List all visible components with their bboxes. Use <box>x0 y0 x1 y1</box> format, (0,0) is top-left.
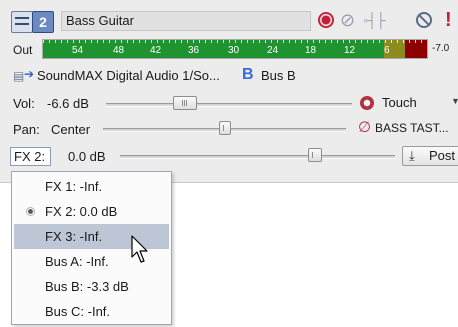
chevron-down-icon[interactable]: ▼ <box>451 96 458 106</box>
post-fader-button[interactable]: ⤓ Post <box>402 146 458 166</box>
pan-value[interactable]: Center <box>51 122 90 137</box>
volume-slider-thumb[interactable] <box>173 96 197 110</box>
meter-tick-label: 42 <box>150 45 162 56</box>
send-slider[interactable] <box>120 155 395 159</box>
phase-invert-icon[interactable]: ⊘ <box>340 10 355 30</box>
meter-label: Out <box>13 43 33 57</box>
volume-label: Vol: <box>13 96 35 111</box>
menu-item-fx2[interactable]: FX 2: 0.0 dB <box>14 199 169 224</box>
solo-icon[interactable]: ! <box>445 8 452 32</box>
meter-tick-label: 12 <box>344 45 356 56</box>
send-select[interactable]: FX 2: <box>10 147 51 166</box>
meter-peak-value[interactable]: -7.0 <box>432 43 449 54</box>
track-number[interactable]: 2 <box>32 11 54 33</box>
volume-slider[interactable] <box>106 103 352 107</box>
meter-tick-label: 30 <box>228 45 240 56</box>
pan-plugin-icon: ∅ <box>358 119 372 136</box>
arrow-down-icon: ⤓ <box>409 148 415 163</box>
send-value[interactable]: 0.0 dB <box>68 149 106 164</box>
menu-item-bus-c[interactable]: Bus C: -Inf. <box>14 299 169 324</box>
output-bus[interactable]: Bus B <box>261 68 296 83</box>
meter-tick-label: 36 <box>188 45 200 56</box>
record-arm-button[interactable] <box>318 12 334 28</box>
automation-gear-icon[interactable] <box>360 96 374 110</box>
mouse-cursor-icon <box>131 235 148 263</box>
track-icon[interactable] <box>11 11 33 33</box>
volume-value[interactable]: -6.6 dB <box>47 96 89 111</box>
arrow-right-icon: ➔ <box>24 67 35 81</box>
meter-tick-label: 24 <box>267 45 279 56</box>
fx-chain-icon[interactable]: ◦┤├ <box>363 10 386 30</box>
send-slider-thumb[interactable] <box>308 148 322 162</box>
bus-icon: B <box>242 66 254 83</box>
radio-selected-icon <box>26 207 35 216</box>
meter-tick-label: 54 <box>72 45 84 56</box>
menu-item-bus-b[interactable]: Bus B: -3.3 dB <box>14 274 169 299</box>
pan-slider-thumb[interactable] <box>219 121 231 135</box>
meter-tick-label: 48 <box>113 45 125 56</box>
output-device[interactable]: SoundMAX Digital Audio 1/So... <box>37 68 220 83</box>
pan-label: Pan: <box>13 122 40 137</box>
post-label: Post <box>429 148 456 163</box>
menu-item-fx1[interactable]: FX 1: -Inf. <box>14 174 169 199</box>
track-header: 2 Bass Guitar ⊘ ◦┤├ ! Out 54 48 42 36 30… <box>0 0 458 183</box>
mute-icon[interactable] <box>416 12 432 28</box>
device-icon: ▤ <box>13 69 25 83</box>
meter-ticks <box>43 40 427 43</box>
meter-tick-label: 18 <box>305 45 317 56</box>
automation-mode[interactable]: Touch <box>382 95 417 110</box>
pan-plugin-name[interactable]: BASS TAST... <box>375 121 449 135</box>
output-meter: 54 48 42 36 30 24 18 12 6 <box>42 39 428 59</box>
track-name-field[interactable]: Bass Guitar <box>61 11 311 31</box>
meter-tick-label: 6 <box>384 45 390 56</box>
